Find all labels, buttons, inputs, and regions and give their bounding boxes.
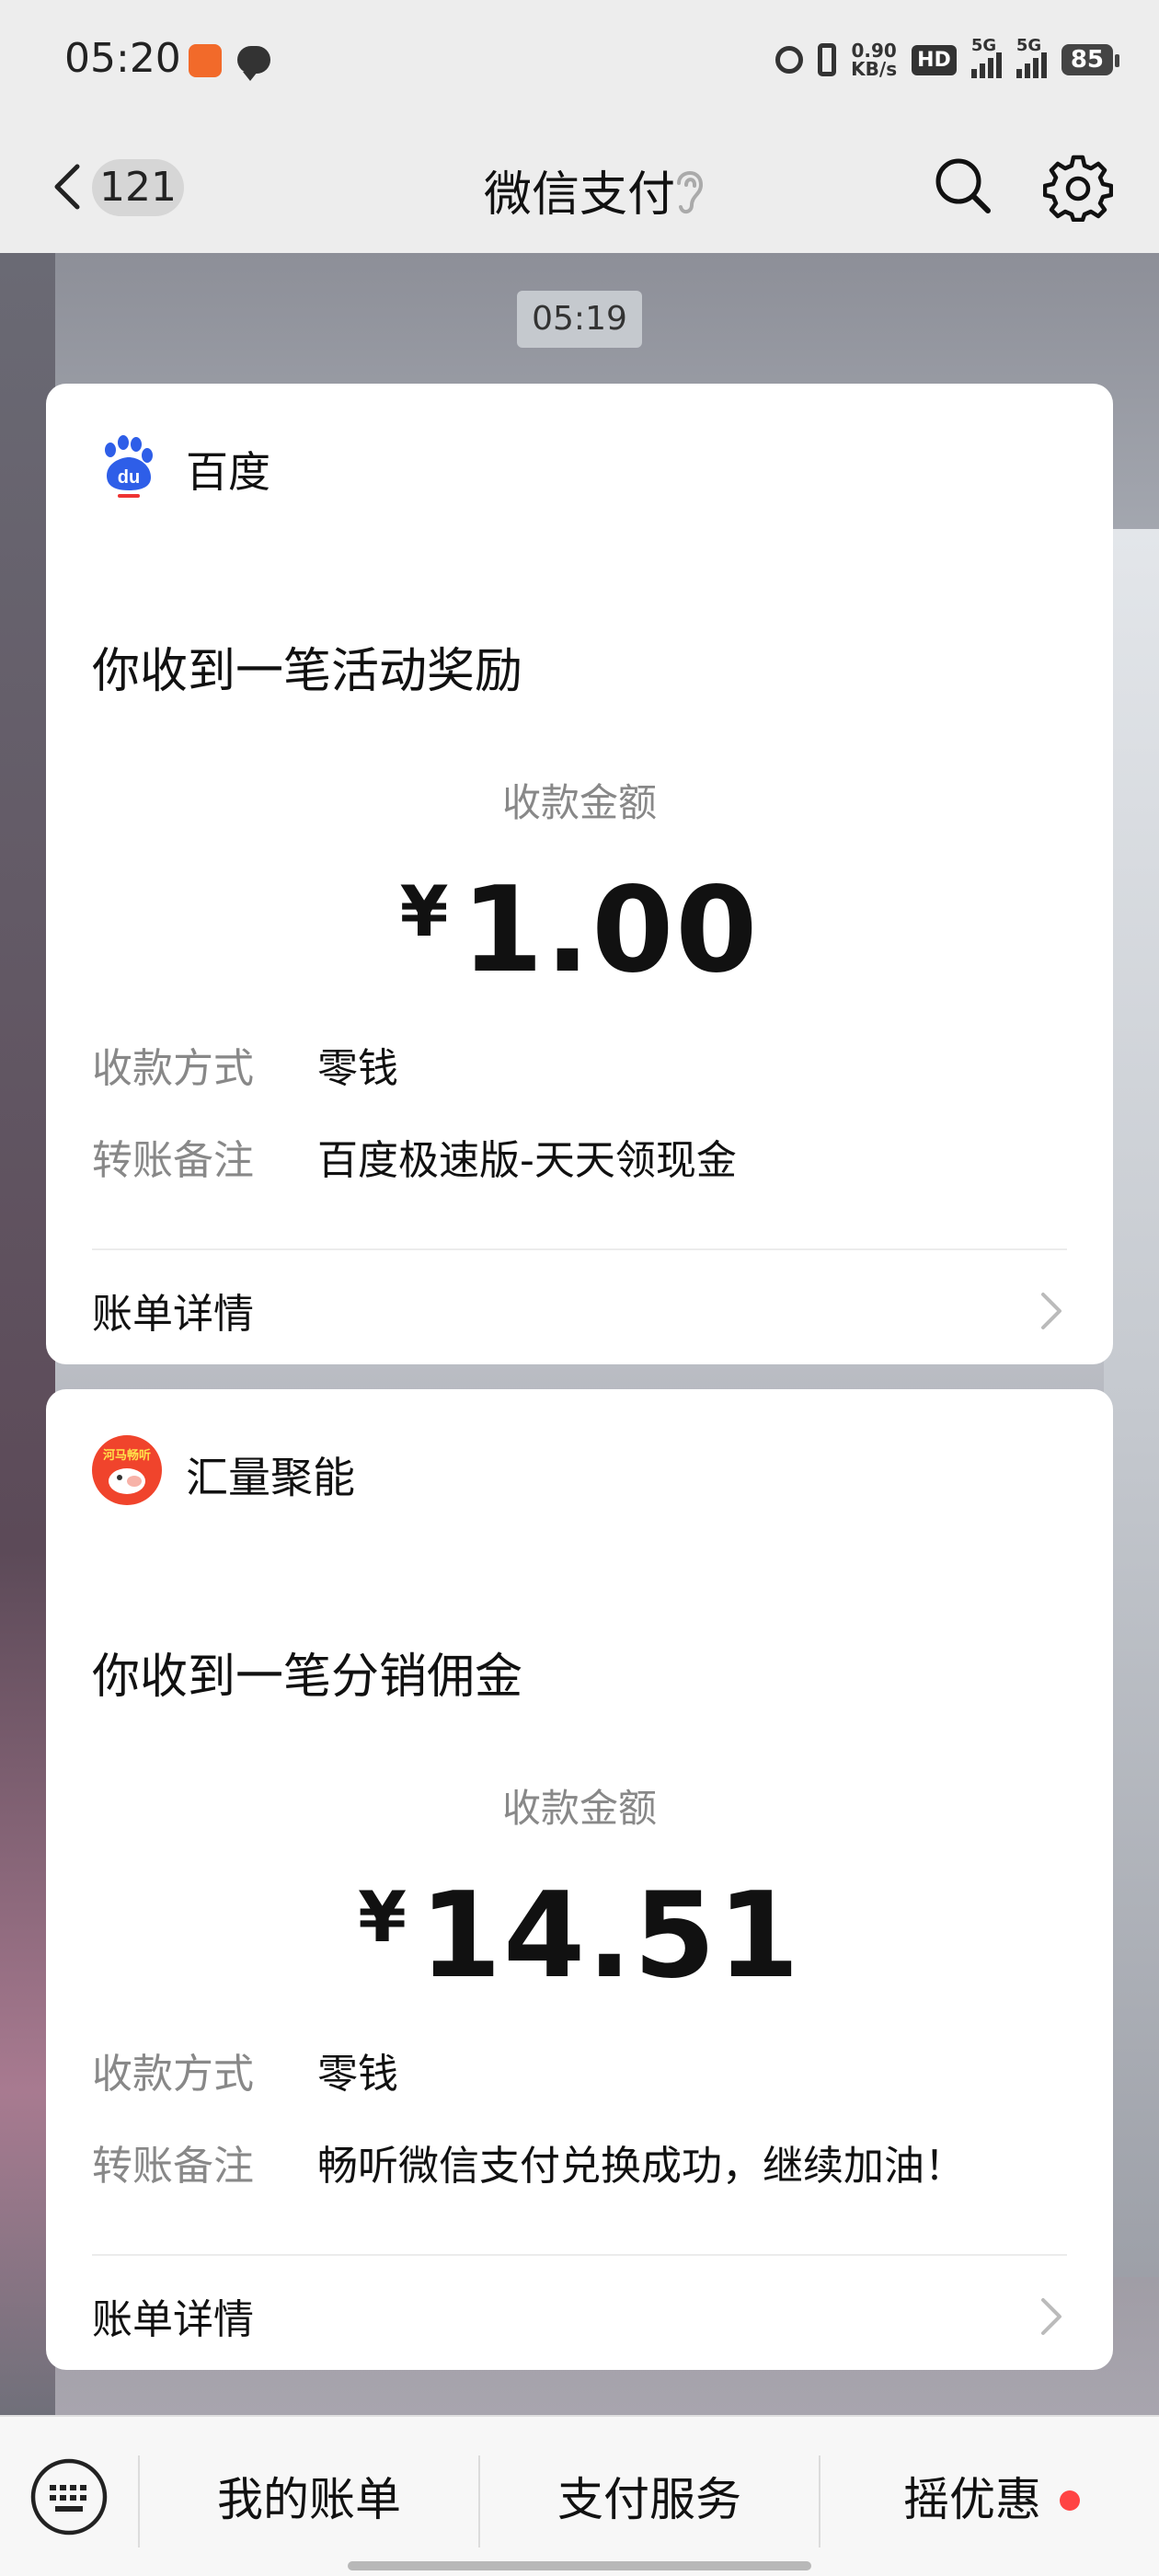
payment-card[interactable]: du 百度 你收到一笔活动奖励 收款金额 ¥1.00 收款方式 零钱 转账备注 百度… xyxy=(46,384,1113,1364)
transfer-note-value: 畅听微信支付兑换成功，继续加油！ xyxy=(317,2143,965,2190)
message-timestamp: 05:19 xyxy=(517,291,642,348)
amount-label: 收款金额 xyxy=(501,780,657,825)
sender-name: 百度 xyxy=(186,447,270,497)
nav-bar: 121 微信支付 xyxy=(0,124,1159,253)
signal-icon: 5G xyxy=(970,36,1002,78)
app-notification-icon xyxy=(189,44,222,77)
payment-method-value: 零钱 xyxy=(317,2051,398,2098)
gear-icon[interactable] xyxy=(1043,152,1113,222)
network-speed-unit: KB/s xyxy=(851,58,898,80)
amount: ¥1.00 xyxy=(46,862,1113,999)
bill-detail-link[interactable]: 账单详情 xyxy=(92,1281,254,1340)
status-bar: 05:20 0.90 KB/s HD 5G 5G 85 xyxy=(0,0,1159,124)
amount-value: 1.00 xyxy=(461,862,760,999)
transfer-note-label: 转账备注 xyxy=(92,1137,254,1184)
card-headline: 你收到一笔分销佣金 xyxy=(92,1650,523,1705)
payment-method-row: 收款方式 零钱 xyxy=(92,2041,398,2099)
card-headline: 你收到一笔活动奖励 xyxy=(92,644,523,699)
payment-card[interactable]: 河马畅听 汇量聚能 你收到一笔分销佣金 收款金额 ¥14.51 收款方式 零钱 转… xyxy=(46,1389,1113,2370)
baidu-logo-icon: du xyxy=(105,435,153,498)
chat-area[interactable]: 05:19 du 百度 你收到一笔活动奖励 收款金额 ¥1.00 收款方式 零钱 … xyxy=(0,253,1159,2415)
currency-symbol: ¥ xyxy=(399,870,449,952)
payment-method-label: 收款方式 xyxy=(92,1045,254,1092)
ear-icon xyxy=(677,171,704,213)
hema-changting-logo-icon: 河马畅听 xyxy=(92,1435,162,1505)
chevron-right-icon[interactable] xyxy=(1032,1283,1069,1339)
payment-method-row: 收款方式 零钱 xyxy=(92,1035,398,1094)
payment-method-value: 零钱 xyxy=(317,1045,398,1092)
payment-method-label: 收款方式 xyxy=(92,2051,254,2098)
menu-payment-services[interactable]: 支付服务 xyxy=(480,2454,819,2546)
search-icon[interactable] xyxy=(931,154,995,218)
currency-symbol: ¥ xyxy=(358,1876,407,1958)
divider xyxy=(92,1248,1067,1250)
status-indicators: 0.90 KB/s HD 5G 5G 85 xyxy=(775,36,1120,83)
transfer-note-row: 转账备注 畅听微信支付兑换成功，继续加油！ xyxy=(92,2133,965,2191)
bottom-menu: 我的账单 支付服务 摇优惠 xyxy=(0,2415,1159,2576)
transfer-note-value: 百度极速版-天天领现金 xyxy=(317,1137,737,1184)
transfer-note-label: 转账备注 xyxy=(92,2143,254,2190)
sender-name: 汇量聚能 xyxy=(186,1453,355,1502)
notification-dot xyxy=(1060,2490,1080,2511)
bill-detail-link[interactable]: 账单详情 xyxy=(92,2286,254,2345)
menu-my-bills[interactable]: 我的账单 xyxy=(140,2454,478,2546)
signal-icon-2: 5G xyxy=(1016,36,1047,78)
transfer-note-row: 转账备注 百度极速版-天天领现金 xyxy=(92,1127,737,1186)
keyboard-icon[interactable] xyxy=(29,2457,109,2536)
vibrate-icon xyxy=(818,43,837,76)
home-indicator[interactable] xyxy=(348,2561,811,2570)
divider xyxy=(92,2254,1067,2256)
svg-text:du: du xyxy=(118,467,140,488)
battery-icon: 85 xyxy=(1061,44,1120,75)
message-notification-icon xyxy=(237,46,270,81)
network-speed: 0.90 KB/s xyxy=(851,41,897,78)
alarm-icon xyxy=(775,46,804,74)
chevron-right-icon[interactable] xyxy=(1032,2289,1069,2344)
amount: ¥14.51 xyxy=(46,1868,1113,2005)
status-time: 05:20 xyxy=(64,35,181,82)
amount-value: 14.51 xyxy=(419,1868,801,2005)
amount-label: 收款金额 xyxy=(501,1786,657,1831)
hd-icon: HD xyxy=(912,44,957,75)
svg-text:河马畅听: 河马畅听 xyxy=(103,1448,151,1463)
